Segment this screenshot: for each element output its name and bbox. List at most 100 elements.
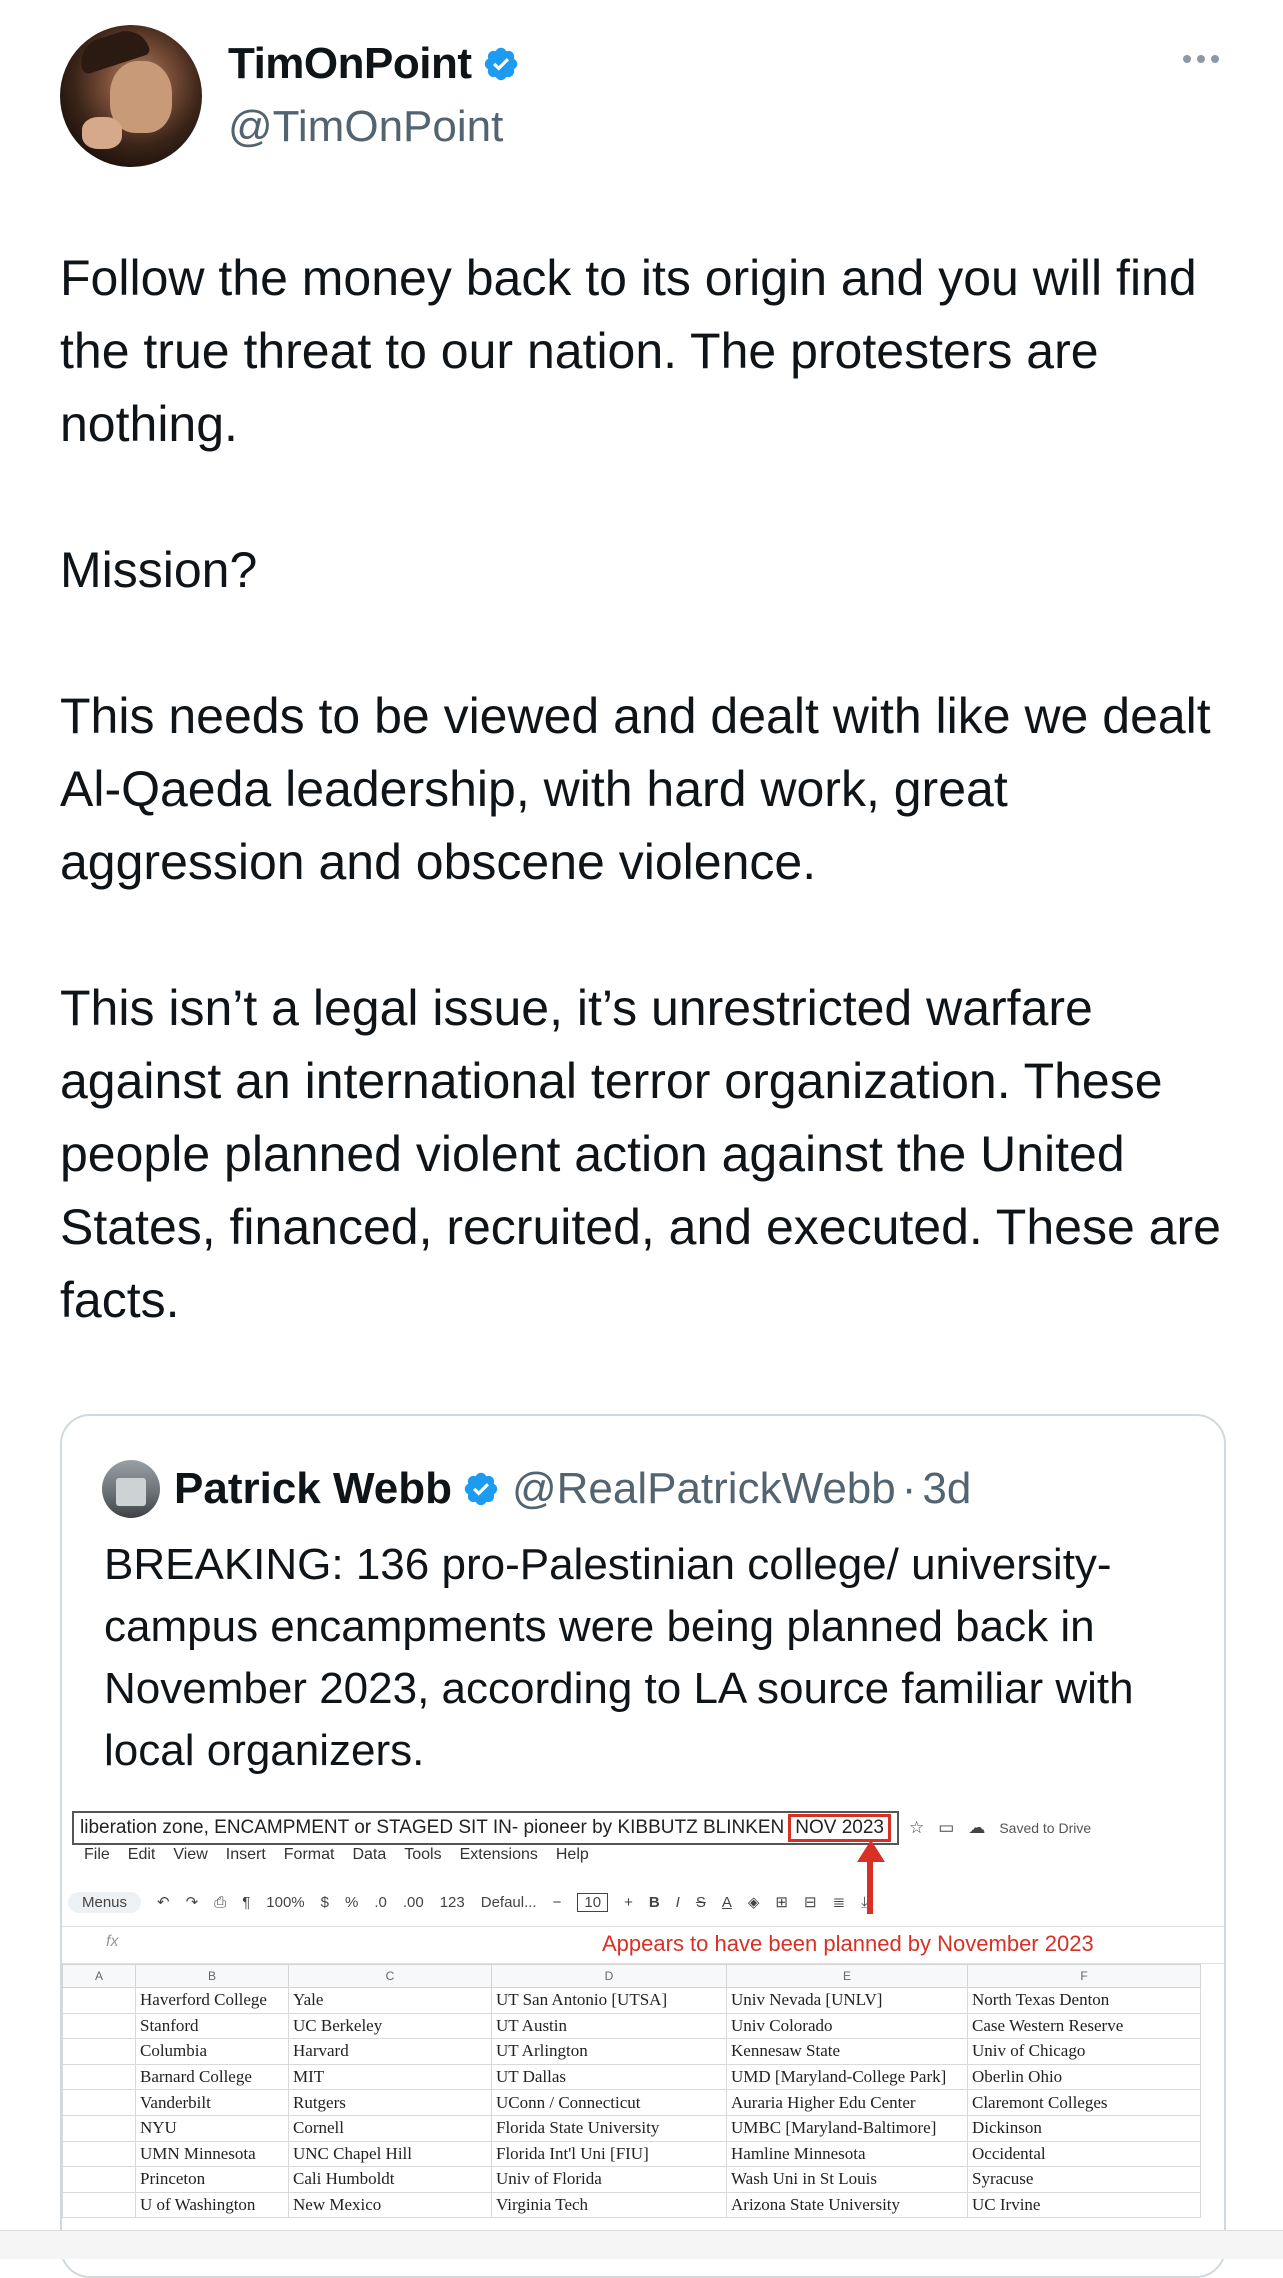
table-cell: Kennesaw State	[726, 2038, 968, 2065]
annotation-text: Appears to have been planned by November…	[602, 1931, 1094, 1956]
table-cell: UT Austin	[491, 2012, 727, 2040]
spreadsheet-image[interactable]: liberation zone, ENCAMPMENT or STAGED SI…	[62, 1804, 1224, 2274]
tweet-paragraph: This needs to be viewed and dealt with l…	[60, 688, 1211, 890]
table-cell: New Mexico	[288, 2191, 492, 2219]
tweet-paragraph: This isn’t a legal issue, it’s unrestric…	[60, 980, 1221, 1328]
table-cell: NYU	[135, 2114, 289, 2142]
column-header: B	[135, 1964, 289, 1988]
bold-button: B	[648, 1893, 660, 1911]
print-icon: ⎙	[214, 1893, 227, 1911]
author-handle[interactable]: @TimOnPoint	[228, 102, 503, 152]
quoted-tweet-text: BREAKING: 136 pro-Palestinian college/ u…	[104, 1540, 1134, 1775]
tweet-paragraph: Mission?	[60, 542, 258, 598]
menu-item: Format	[283, 1846, 335, 1863]
table-cell: Columbia	[135, 2038, 289, 2065]
table-cell: Rutgers	[288, 2089, 492, 2116]
table-cell: Vanderbilt	[135, 2089, 289, 2116]
column-header: A	[62, 1964, 136, 1988]
table-cell	[62, 2191, 136, 2219]
menu-item: Tools	[404, 1846, 442, 1863]
table-cell: UMBC [Maryland-Baltimore]	[726, 2114, 968, 2142]
quoted-tweet[interactable]: Patrick Webb @RealPatrickWebb · 3d BREAK…	[60, 1414, 1226, 2278]
sheet-title-row: liberation zone, ENCAMPMENT or STAGED SI…	[72, 1811, 1092, 1845]
tweet-paragraph: Follow the money back to its origin and …	[60, 250, 1197, 452]
table-cell	[62, 2012, 136, 2040]
table-cell: Harvard	[288, 2038, 492, 2065]
table-cell: MIT	[288, 2063, 492, 2091]
font-size: 10	[577, 1892, 609, 1912]
table-cell: Dickinson	[967, 2114, 1201, 2142]
menus-search: Menus	[68, 1891, 142, 1913]
column-header: E	[726, 1964, 968, 1988]
table-cell	[62, 1987, 136, 2014]
author-name[interactable]: TimOnPoint	[228, 39, 472, 89]
increase-decimal: .00	[402, 1893, 424, 1911]
table-cell: Oberlin Ohio	[967, 2063, 1201, 2091]
table-cell: Cornell	[288, 2114, 492, 2142]
table-cell: U of Washington	[135, 2191, 289, 2219]
quoted-tweet-header: Patrick Webb @RealPatrickWebb · 3d	[102, 1460, 971, 1518]
table-cell: Stanford	[135, 2012, 289, 2040]
quoted-author-avatar	[102, 1460, 160, 1518]
author-avatar[interactable]	[60, 25, 202, 167]
sheet-toolbar: Menus ↶ ↷ ⎙ ¶ 100% $ % .0 .00 123 Defaul…	[62, 1882, 1224, 1922]
quoted-author-handle: @RealPatrickWebb	[511, 1464, 896, 1513]
sheet-title-text: liberation zone, ENCAMPMENT or STAGED SI…	[80, 1817, 785, 1838]
italic-button: I	[675, 1893, 680, 1911]
grid-body: Haverford College Yale UT San Antonio [UTS…	[62, 1987, 1201, 2219]
verified-badge-icon	[484, 47, 517, 81]
table-cell: UT Dallas	[491, 2063, 727, 2091]
table-cell: Auraria Higher Edu Center	[726, 2089, 968, 2116]
table-cell: Univ Nevada [UNLV]	[726, 1987, 968, 2014]
font-size-increase: +	[624, 1893, 633, 1911]
undo-icon: ↶	[157, 1894, 170, 1911]
borders-icon: ⊞	[775, 1894, 788, 1911]
menu-item: Edit	[127, 1846, 156, 1863]
table-cell: Wash Uni in St Louis	[726, 2166, 968, 2193]
table-cell: Cali Humboldt	[288, 2166, 492, 2193]
text-color-button: A	[721, 1893, 732, 1911]
star-icon: ☆	[909, 1818, 925, 1837]
table-row: Haverford College Yale UT San Antonio [UTS…	[62, 1987, 1201, 2014]
saved-status: Saved to Drive	[999, 1820, 1092, 1836]
column-header: C	[288, 1964, 492, 1988]
red-arrow-shaft	[867, 1860, 873, 1914]
table-cell: Univ Colorado	[726, 2012, 968, 2040]
table-cell: Case Western Reserve	[967, 2012, 1201, 2040]
table-cell	[62, 2114, 136, 2142]
table-cell: UT San Antonio [UTSA]	[491, 1987, 727, 2014]
tweet-text: Follow the money back to its origin and …	[60, 242, 1230, 1337]
table-cell: UC Berkeley	[288, 2012, 492, 2040]
column-header: F	[967, 1964, 1201, 1988]
table-cell	[62, 2089, 136, 2116]
red-arrow-icon	[857, 1840, 885, 1862]
table-cell: Arizona State University	[726, 2191, 968, 2219]
table-cell: UMN Minnesota	[135, 2140, 289, 2168]
table-cell: North Texas Denton	[967, 1987, 1201, 2014]
table-row: Columbia Harvard UT Arlington Kennesaw Stat…	[62, 2038, 1201, 2065]
menu-item: Insert	[225, 1846, 266, 1863]
table-cell: UNC Chapel Hill	[288, 2140, 492, 2168]
column-header: D	[491, 1964, 727, 1988]
table-row: Princeton Cali Humboldt Univ of Florida Was…	[62, 2166, 1201, 2193]
table-row: Vanderbilt Rutgers UConn / Connecticut Aura…	[62, 2089, 1201, 2116]
redo-icon: ↷	[185, 1894, 199, 1911]
bottom-bar	[0, 2230, 1283, 2259]
table-cell	[62, 2063, 136, 2091]
percent-format: %	[344, 1893, 359, 1911]
author-name-row: TimOnPoint	[228, 39, 520, 89]
table-cell: Haverford College	[135, 1987, 289, 2014]
separator-dot: ·	[901, 1464, 917, 1513]
table-row: UMN Minnesota UNC Chapel Hill Florida Int'…	[62, 2140, 1201, 2168]
column-header-row: A B C D E F	[62, 1964, 1201, 1988]
sheet-menu-bar: File Edit View Insert Format Data Tools …	[84, 1846, 589, 1864]
table-cell: Occidental	[967, 2140, 1201, 2168]
menu-item: Extensions	[459, 1846, 538, 1863]
table-cell: UConn / Connecticut	[491, 2089, 727, 2116]
menu-item: Data	[352, 1846, 387, 1863]
menu-item: View	[173, 1846, 208, 1863]
tweet-header: TimOnPoint @TimOnPoint	[60, 25, 1223, 175]
table-cell: UC Irvine	[967, 2191, 1201, 2219]
more-options-icon[interactable]	[1183, 55, 1219, 63]
font-select: Defaul...	[480, 1893, 537, 1911]
